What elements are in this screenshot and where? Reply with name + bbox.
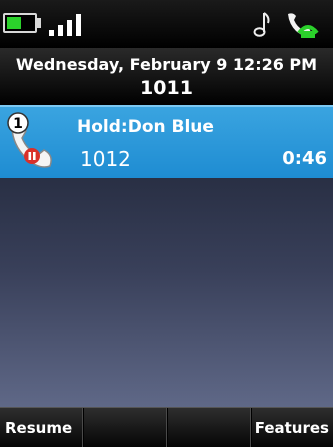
battery-tip xyxy=(37,18,41,28)
line-number: 1 xyxy=(13,116,23,132)
hold-handset-icon: 1 xyxy=(7,112,52,168)
music-note-icon xyxy=(253,12,270,37)
date-time: Wednesday, February 9 12:26 PM xyxy=(15,55,318,74)
signal-bar xyxy=(49,30,54,36)
status-bar xyxy=(0,0,333,48)
handset-icon xyxy=(288,13,319,38)
call-list: 1 Hold:Don Blue 1012 0:46 xyxy=(0,105,333,407)
call-number: 1012 xyxy=(80,147,131,171)
signal-bar xyxy=(67,20,72,36)
hold-badge xyxy=(24,148,40,164)
signal-bar xyxy=(76,14,81,36)
resume-softkey[interactable]: Resume xyxy=(0,408,84,447)
header: Wednesday, February 9 12:26 PM 1011 xyxy=(0,48,333,105)
battery-icon xyxy=(3,13,37,33)
battery-level xyxy=(7,17,21,29)
softkey-3[interactable] xyxy=(168,408,252,447)
features-softkey[interactable]: Features xyxy=(252,408,333,447)
call-row[interactable]: 1 Hold:Don Blue 1012 0:46 xyxy=(0,105,333,178)
line-extension: 1011 xyxy=(140,77,193,99)
softkey-bar: Resume Features xyxy=(0,407,333,447)
softkey-2[interactable] xyxy=(84,408,168,447)
call-title: Hold:Don Blue xyxy=(77,117,214,137)
call-timer: 0:46 xyxy=(282,148,327,169)
signal-bar xyxy=(58,25,63,36)
signal-icon xyxy=(49,12,85,36)
